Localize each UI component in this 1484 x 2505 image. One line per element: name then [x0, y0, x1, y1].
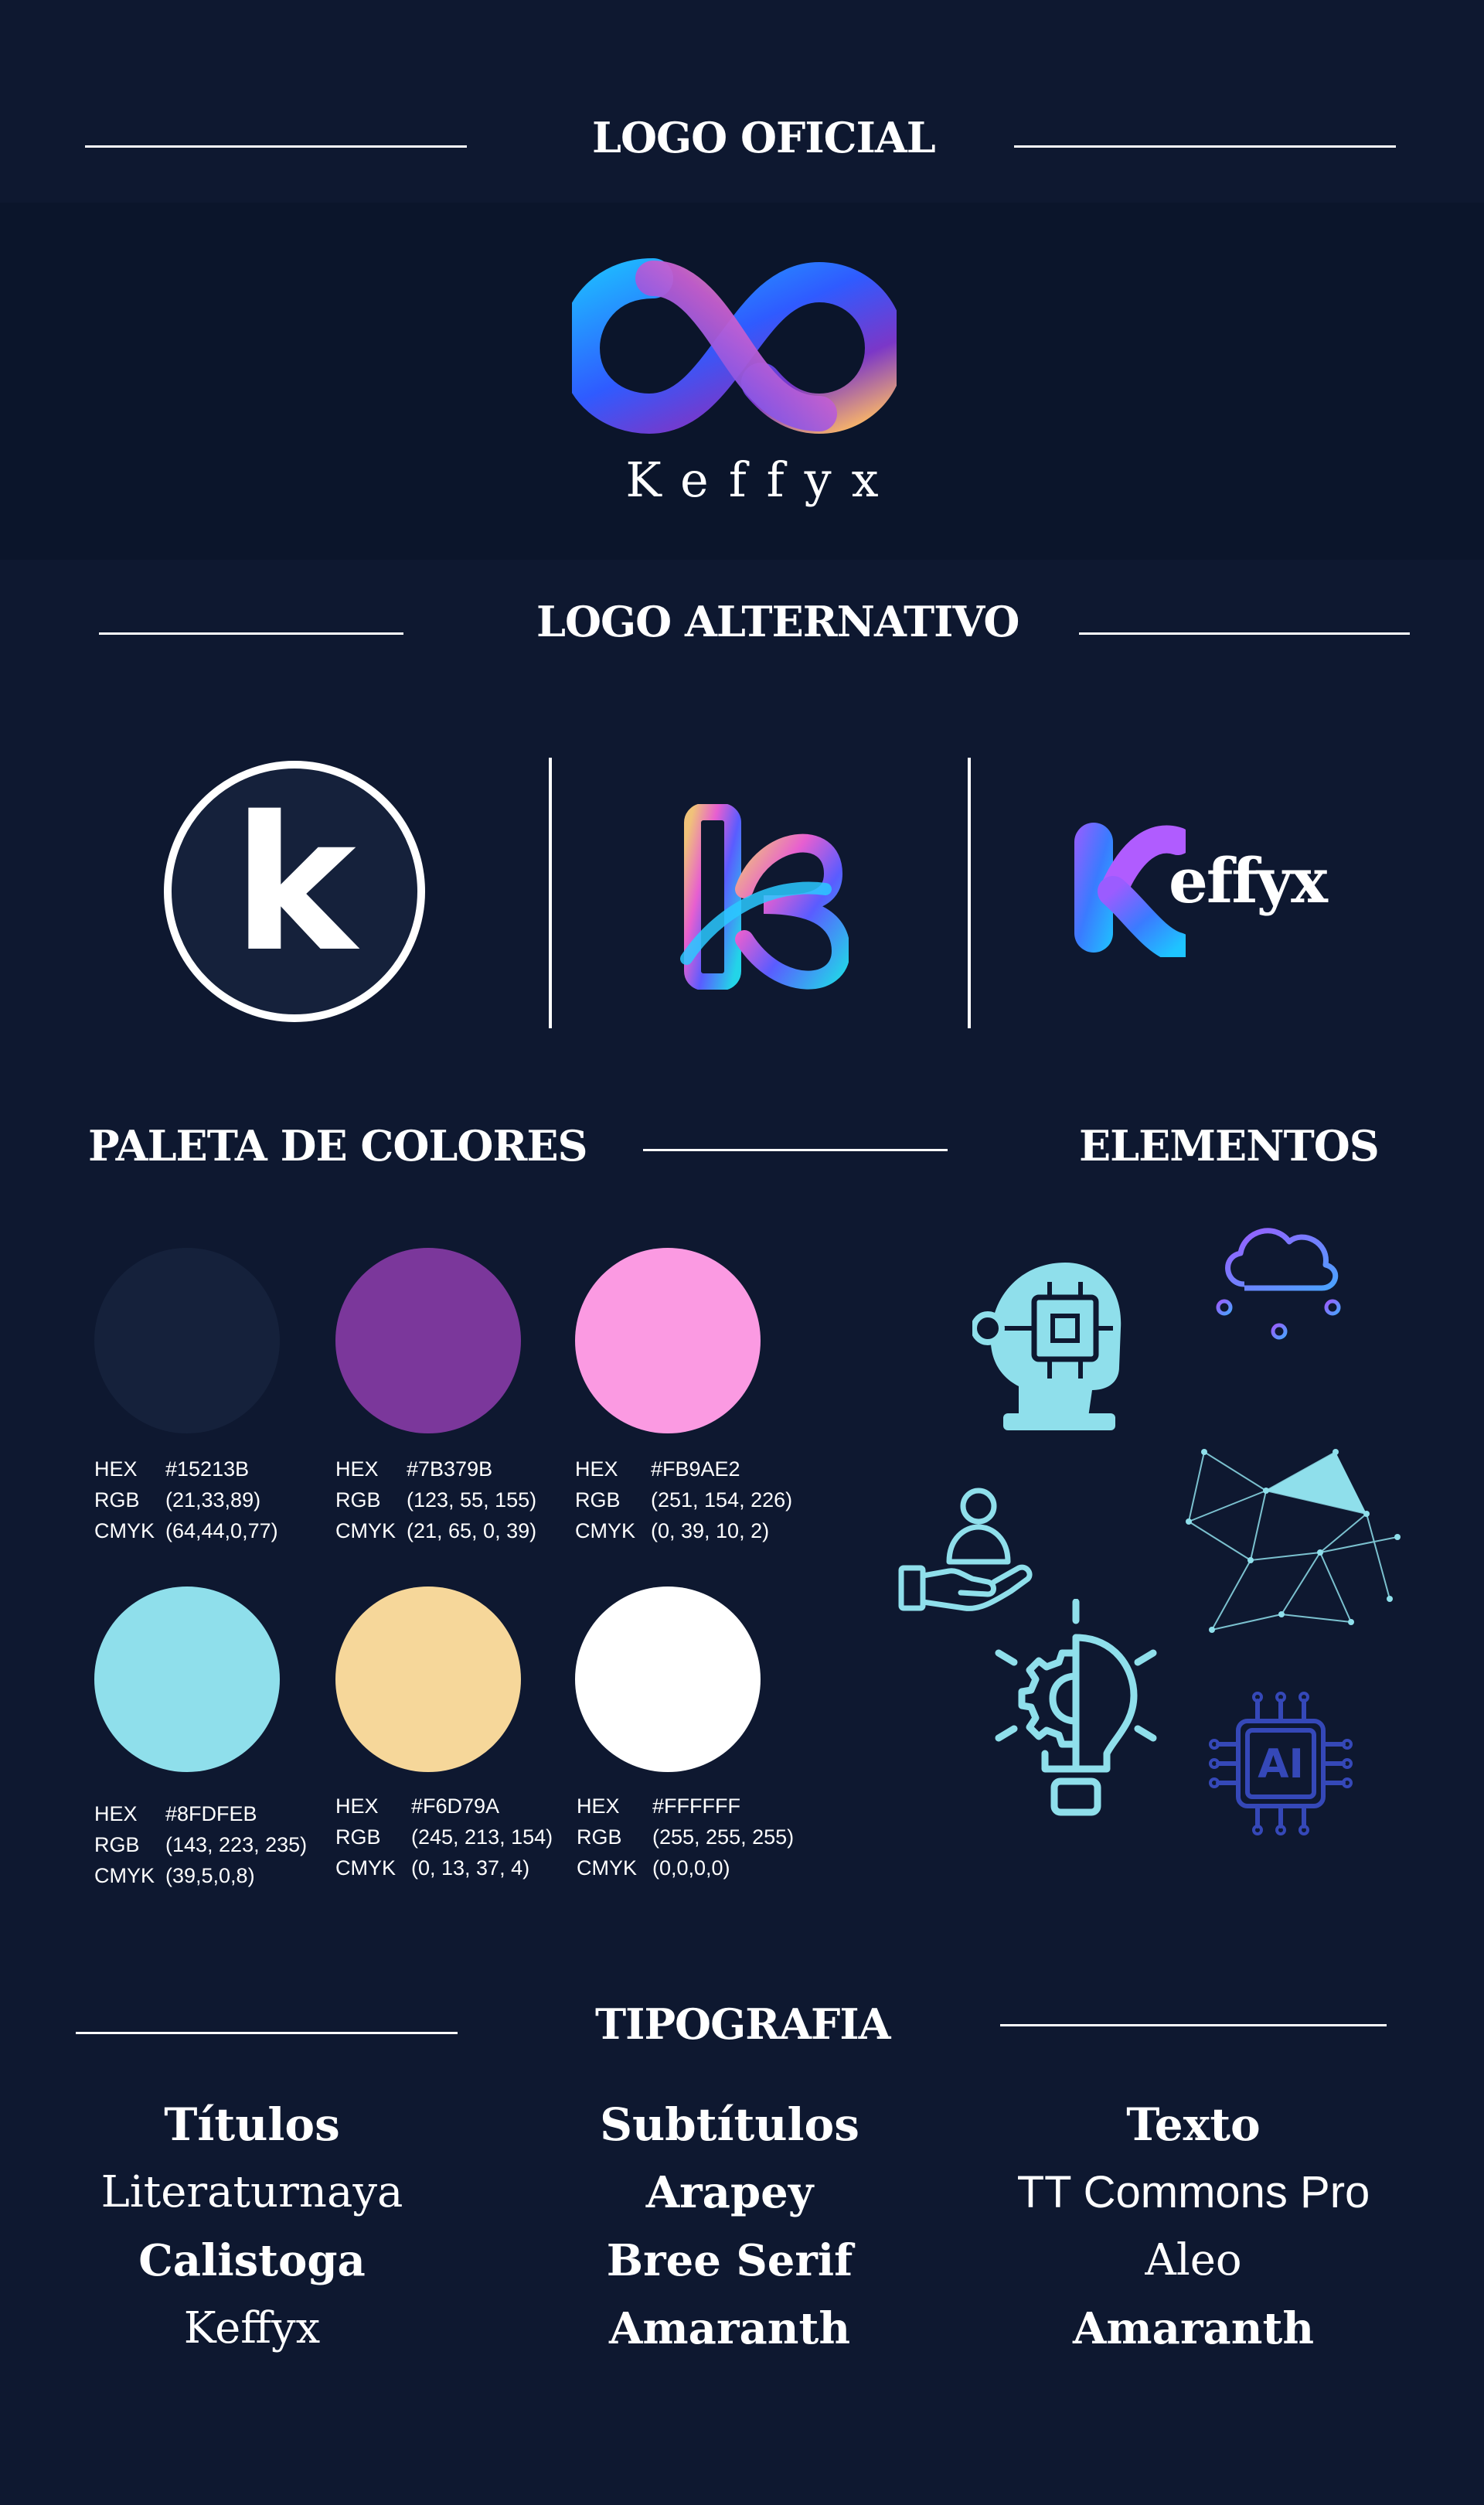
cloud-network-icon	[1216, 1228, 1341, 1340]
divider-line	[1079, 632, 1410, 635]
typo-font: Bree Serif	[606, 2235, 853, 2286]
color-spec-white: HEX #FFFFFF RGB (255, 255, 255) CMYK (0,0,0…	[577, 1794, 795, 1880]
ai-chip-icon: AI	[1209, 1692, 1353, 1835]
color-swatch-pink	[575, 1248, 761, 1433]
section-title-logo-alternativo: LOGO ALTERNATIVO	[536, 597, 1019, 646]
color-swatch-purple	[335, 1248, 521, 1433]
divider-line	[76, 2032, 458, 2034]
color-swatch-cyan	[94, 1586, 280, 1772]
hand-person-icon	[898, 1488, 1033, 1611]
typo-heading: Texto	[1126, 2098, 1261, 2151]
typo-heading: Subtítulos	[600, 2098, 859, 2151]
divider-line	[99, 632, 403, 635]
section-title-tipografia: TIPOGRAFIA	[595, 1999, 890, 2049]
section-title-paleta: PALETA DE COLORES	[88, 1121, 587, 1171]
typo-column-titulos: Títulos Literaturnaya Calistoga Keffyx	[36, 2091, 468, 2363]
vertical-divider	[549, 758, 552, 1028]
typo-column-texto: Texto TT Commons Pro Aleo Amaranth	[977, 2091, 1410, 2363]
divider-line	[85, 145, 467, 148]
head-circuit-icon	[972, 1263, 1122, 1430]
alt-wordmark: effyx	[1169, 844, 1328, 917]
typo-font: Amaranth	[608, 2303, 851, 2354]
typo-font: TT Commons Pro	[1016, 2167, 1370, 2217]
infinity-logo	[572, 258, 897, 435]
section-title-logo-oficial: LOGO OFICIAL	[592, 113, 936, 162]
color-spec-navy: HEX #15213B RGB (21,33,89) CMYK (64,44,0,77…	[94, 1457, 278, 1542]
divider-line	[1000, 2024, 1387, 2026]
divider-line	[643, 1149, 948, 1151]
typo-column-subtitulos: Subtítulos Arapey Bree Serif Amaranth	[513, 2091, 946, 2363]
typo-heading: Títulos	[164, 2098, 340, 2151]
typo-font: Amaranth	[1072, 2303, 1315, 2354]
typo-font: Aleo	[1145, 2235, 1242, 2285]
typo-font: Literaturnaya	[100, 2167, 403, 2217]
gear-lightbulb-icon	[995, 1599, 1157, 1816]
color-swatch-sand	[335, 1586, 521, 1772]
brand-wordmark: Keffyx	[625, 452, 899, 508]
vertical-divider	[968, 758, 971, 1028]
typo-font: Arapey	[645, 2167, 814, 2218]
color-spec-pink: HEX #FB9AE2 RGB (251, 154, 226) CMYK (0, 39…	[575, 1457, 793, 1542]
color-swatch-navy	[94, 1248, 280, 1433]
monogram-circle-logo: k	[164, 761, 425, 1022]
gradient-k-logo	[680, 804, 849, 990]
color-spec-purple: HEX #7B379B RGB (123, 55, 155) CMYK (21, 65…	[335, 1457, 537, 1542]
color-swatch-white	[575, 1586, 761, 1772]
color-spec-cyan: HEX #8FDFEB RGB (143, 223, 235) CMYK (39,5,…	[94, 1802, 308, 1887]
low-poly-network-icon	[1186, 1449, 1401, 1633]
monogram-letter: k	[233, 776, 356, 993]
divider-line	[1014, 145, 1396, 148]
color-spec-sand: HEX #F6D79A RGB (245, 213, 154) CMYK (0, 13…	[335, 1794, 553, 1880]
section-title-elementos: ELEMENTOS	[1079, 1121, 1380, 1171]
typo-font: Calistoga	[138, 2235, 366, 2286]
ai-chip-label: AI	[1258, 1741, 1304, 1788]
typo-font: Keffyx	[183, 2303, 321, 2353]
